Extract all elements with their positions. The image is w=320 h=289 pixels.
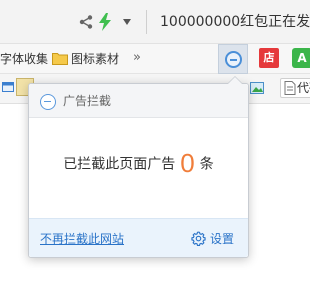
popup-title: 广告拦截: [63, 94, 112, 108]
stop-blocking-site-link[interactable]: 不再拦截此网站: [40, 231, 124, 247]
blocked-count-line: 已拦截此页面广告 0 条: [29, 148, 248, 178]
document-icon: [284, 81, 296, 95]
address-bar-row: 100000000红包正在发放: [0, 0, 310, 44]
translate-icon: A: [292, 48, 310, 68]
blocked-count-value: 0: [180, 148, 195, 178]
popup-arrow-inner: [228, 77, 242, 84]
red-extension-button[interactable]: 店: [256, 44, 286, 74]
popup-body: 已拦截此页面广告 0 条: [29, 119, 248, 218]
bookmarks-bar: 字体收集 图标素材 » 店 A: [0, 44, 310, 74]
address-text[interactable]: 100000000红包正在发放: [160, 12, 310, 32]
adblock-icon: [40, 94, 56, 110]
store-icon: 店: [259, 48, 279, 68]
address-divider: [146, 10, 147, 34]
settings-label: 设置: [210, 232, 235, 246]
blocked-count-suffix: 条: [199, 156, 214, 173]
code-field-text: 代码: [297, 81, 310, 95]
bookmarks-more-button[interactable]: »: [133, 50, 141, 65]
browser-window: 100000000红包正在发放 字体收集 图标素材 » 店 A 代 广告拦截 已…: [0, 0, 310, 289]
adblock-icon: [225, 51, 242, 68]
lightning-icon[interactable]: [98, 13, 112, 31]
bookmark-item-fonts[interactable]: 字体收集: [0, 51, 48, 67]
bookmark-item-icons[interactable]: 图标素材: [71, 51, 119, 67]
image-icon[interactable]: [250, 82, 264, 94]
popup-footer: 不再拦截此网站 设置: [29, 218, 248, 257]
adblock-extension-button[interactable]: [218, 44, 248, 74]
popup-header: 广告拦截: [29, 84, 248, 118]
adblock-popup: 广告拦截 已拦截此页面广告 0 条 不再拦截此网站 设置: [28, 76, 249, 258]
code-field[interactable]: 代码: [280, 78, 310, 98]
green-extension-button[interactable]: A: [290, 44, 310, 74]
folder-icon: [52, 53, 68, 65]
blocked-count-prefix: 已拦截此页面广告: [63, 156, 176, 173]
share-icon[interactable]: [78, 14, 94, 30]
window-icon[interactable]: [2, 82, 14, 92]
gear-icon: [191, 231, 206, 246]
chevron-down-icon[interactable]: [122, 18, 132, 26]
